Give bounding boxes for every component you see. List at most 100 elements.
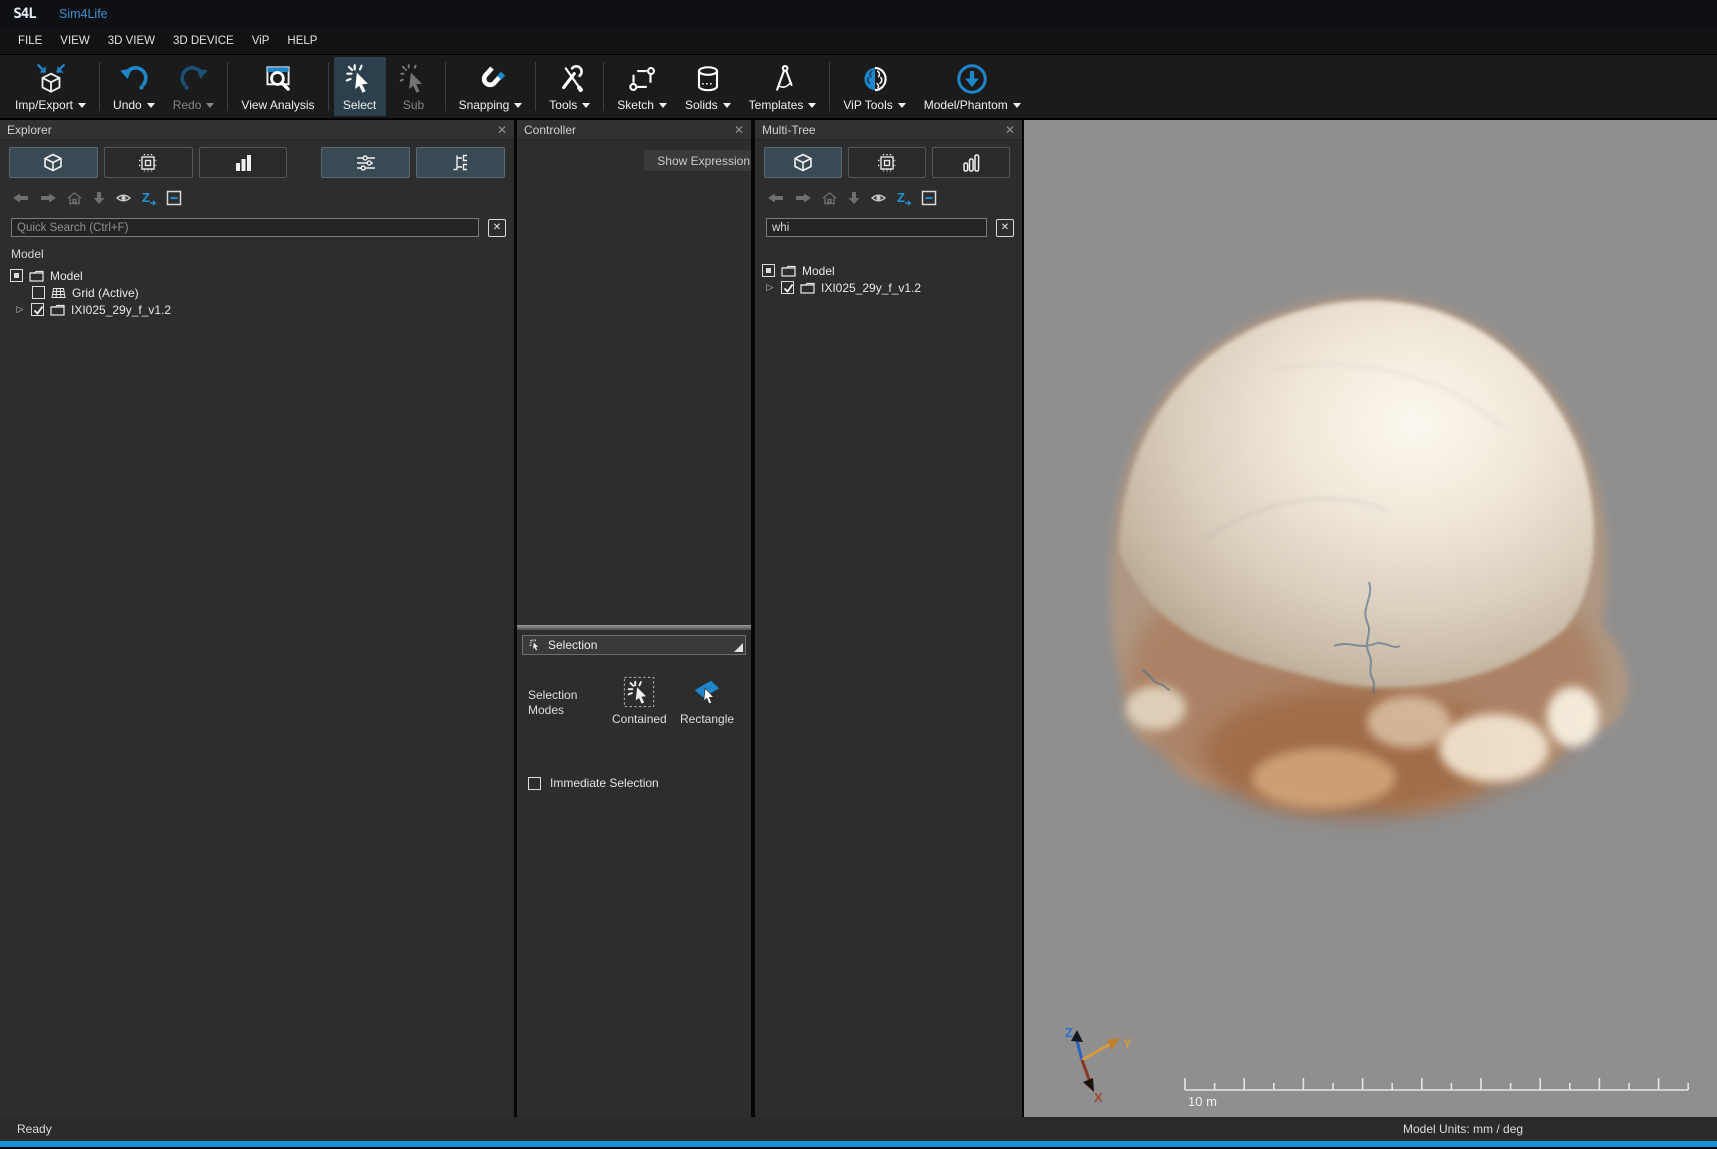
solids-button[interactable]: Solids: [677, 57, 739, 116]
home-icon[interactable]: [66, 191, 83, 205]
download-circle-icon: [954, 60, 990, 98]
mode-contained-button[interactable]: Contained: [612, 676, 667, 726]
close-icon[interactable]: ✕: [497, 124, 507, 136]
mode-rectangle-button[interactable]: Rectangle: [680, 676, 734, 726]
collapse-all-icon[interactable]: [921, 190, 937, 206]
chevron-down-icon[interactable]: [514, 103, 522, 112]
forward-icon[interactable]: [794, 191, 812, 205]
back-icon[interactable]: [12, 191, 30, 205]
chevron-down-icon[interactable]: [582, 103, 590, 112]
z-order-icon[interactable]: Z: [896, 190, 912, 206]
tab-analysis[interactable]: [932, 147, 1010, 178]
sketch-button[interactable]: Sketch: [609, 57, 675, 116]
cylinder-icon: [690, 60, 726, 98]
menu-help[interactable]: HELP: [278, 31, 326, 51]
chevron-down-icon[interactable]: [808, 103, 816, 112]
immediate-selection-row[interactable]: Immediate Selection: [528, 776, 659, 790]
tree-item-label[interactable]: IXI025_29y_f_v1.2: [821, 281, 921, 295]
toolbar-separator: [603, 62, 604, 111]
search-input[interactable]: [766, 218, 987, 237]
cursor-burst-sub-icon: [396, 60, 432, 98]
app-logo: S4L: [7, 1, 42, 27]
viewport-3d[interactable]: Z Y X 10 m: [1024, 120, 1717, 1117]
tab-properties[interactable]: [321, 147, 410, 178]
horizontal-splitter[interactable]: [517, 625, 751, 630]
redo-label: Redo: [173, 98, 202, 112]
tools-button[interactable]: Tools: [541, 57, 598, 116]
show-expression-button[interactable]: Show Expression: [644, 150, 751, 171]
back-icon[interactable]: [767, 191, 785, 205]
clear-search-icon[interactable]: ✕: [488, 219, 506, 237]
tab-simulation[interactable]: [104, 147, 193, 178]
tree-item-label[interactable]: Grid (Active): [72, 286, 139, 300]
tab-analysis[interactable]: [199, 147, 288, 178]
checkbox-partial[interactable]: [10, 269, 23, 282]
chevron-down-icon[interactable]: [723, 103, 731, 112]
multi-tree-search-row: ✕: [755, 208, 1022, 237]
bar-chart-icon: [230, 152, 256, 174]
collapse-all-icon[interactable]: [166, 190, 182, 206]
viewport-canvas[interactable]: Z Y X 10 m: [1024, 120, 1717, 1117]
axis-z-label: Z: [1065, 1025, 1073, 1040]
menu-file[interactable]: FILE: [9, 31, 51, 51]
svg-text:Z: Z: [142, 190, 150, 205]
checkbox-unchecked[interactable]: [528, 777, 541, 790]
sub-select-button[interactable]: Sub: [388, 57, 440, 116]
chevron-down-icon[interactable]: [147, 103, 155, 112]
model-phantom-button[interactable]: Model/Phantom: [916, 57, 1029, 116]
tree-item-label[interactable]: Model: [802, 264, 835, 278]
eye-icon[interactable]: [115, 191, 132, 205]
close-icon[interactable]: ✕: [1005, 124, 1015, 136]
chevron-down-icon[interactable]: [898, 103, 906, 112]
explorer-tabs: [0, 140, 514, 178]
snapping-button[interactable]: Snapping: [451, 57, 531, 116]
checkbox-partial[interactable]: [762, 264, 775, 277]
templates-button[interactable]: Templates: [741, 57, 825, 116]
tree-item-label[interactable]: IXI025_29y_f_v1.2: [71, 303, 171, 317]
menu-3d-view[interactable]: 3D VIEW: [99, 31, 164, 51]
forward-icon[interactable]: [39, 191, 57, 205]
redo-button[interactable]: Redo: [165, 57, 223, 116]
tree-row[interactable]: Model: [0, 267, 514, 284]
expand-arrow-icon[interactable]: ▷: [765, 282, 775, 293]
tab-simulation[interactable]: [848, 147, 926, 178]
down-arrow-icon[interactable]: [92, 191, 106, 205]
checkbox-checked[interactable]: [781, 281, 794, 294]
view-analysis-button[interactable]: View Analysis: [233, 57, 322, 116]
compass-icon: [765, 60, 801, 98]
checkbox-unchecked[interactable]: [32, 286, 45, 299]
select-button[interactable]: Select: [334, 57, 386, 116]
search-input[interactable]: [11, 218, 479, 237]
undo-button[interactable]: Undo: [105, 57, 163, 116]
tree-row[interactable]: ▷ IXI025_29y_f_v1.2: [0, 301, 514, 318]
z-order-icon[interactable]: Z: [141, 190, 157, 206]
chevron-down-icon[interactable]: [659, 103, 667, 112]
chevron-down-icon[interactable]: [206, 103, 214, 112]
tab-model[interactable]: [764, 147, 842, 178]
imp-export-button[interactable]: Imp/Export: [7, 57, 94, 116]
chevron-down-icon[interactable]: [78, 103, 86, 112]
selection-section-header[interactable]: Selection: [522, 635, 746, 655]
menu-3d-device[interactable]: 3D DEVICE: [164, 31, 243, 51]
tree-item-label[interactable]: Model: [50, 269, 83, 283]
menu-vip[interactable]: ViP: [243, 31, 279, 51]
chevron-down-icon[interactable]: [1013, 103, 1021, 112]
scale-bar-label: 10 m: [1188, 1094, 1217, 1109]
view-analysis-label: View Analysis: [241, 98, 314, 112]
tree-row[interactable]: ▷ IXI025_29y_f_v1.2: [755, 279, 1022, 296]
tree-row[interactable]: Model: [755, 262, 1022, 279]
toolbar-separator: [99, 62, 100, 111]
expand-arrow-icon[interactable]: ▷: [15, 304, 25, 315]
tab-model[interactable]: [9, 147, 98, 178]
tab-hierarchy[interactable]: [416, 147, 505, 178]
close-icon[interactable]: ✕: [734, 124, 744, 136]
clear-search-icon[interactable]: ✕: [996, 219, 1014, 237]
vip-tools-button[interactable]: ViP Tools: [835, 57, 913, 116]
checkbox-checked[interactable]: [31, 303, 44, 316]
down-arrow-icon[interactable]: [847, 191, 861, 205]
tree-row[interactable]: Grid (Active): [0, 284, 514, 301]
menu-view[interactable]: VIEW: [51, 31, 98, 51]
explorer-title: Explorer: [7, 123, 52, 137]
eye-icon[interactable]: [870, 191, 887, 205]
home-icon[interactable]: [821, 191, 838, 205]
